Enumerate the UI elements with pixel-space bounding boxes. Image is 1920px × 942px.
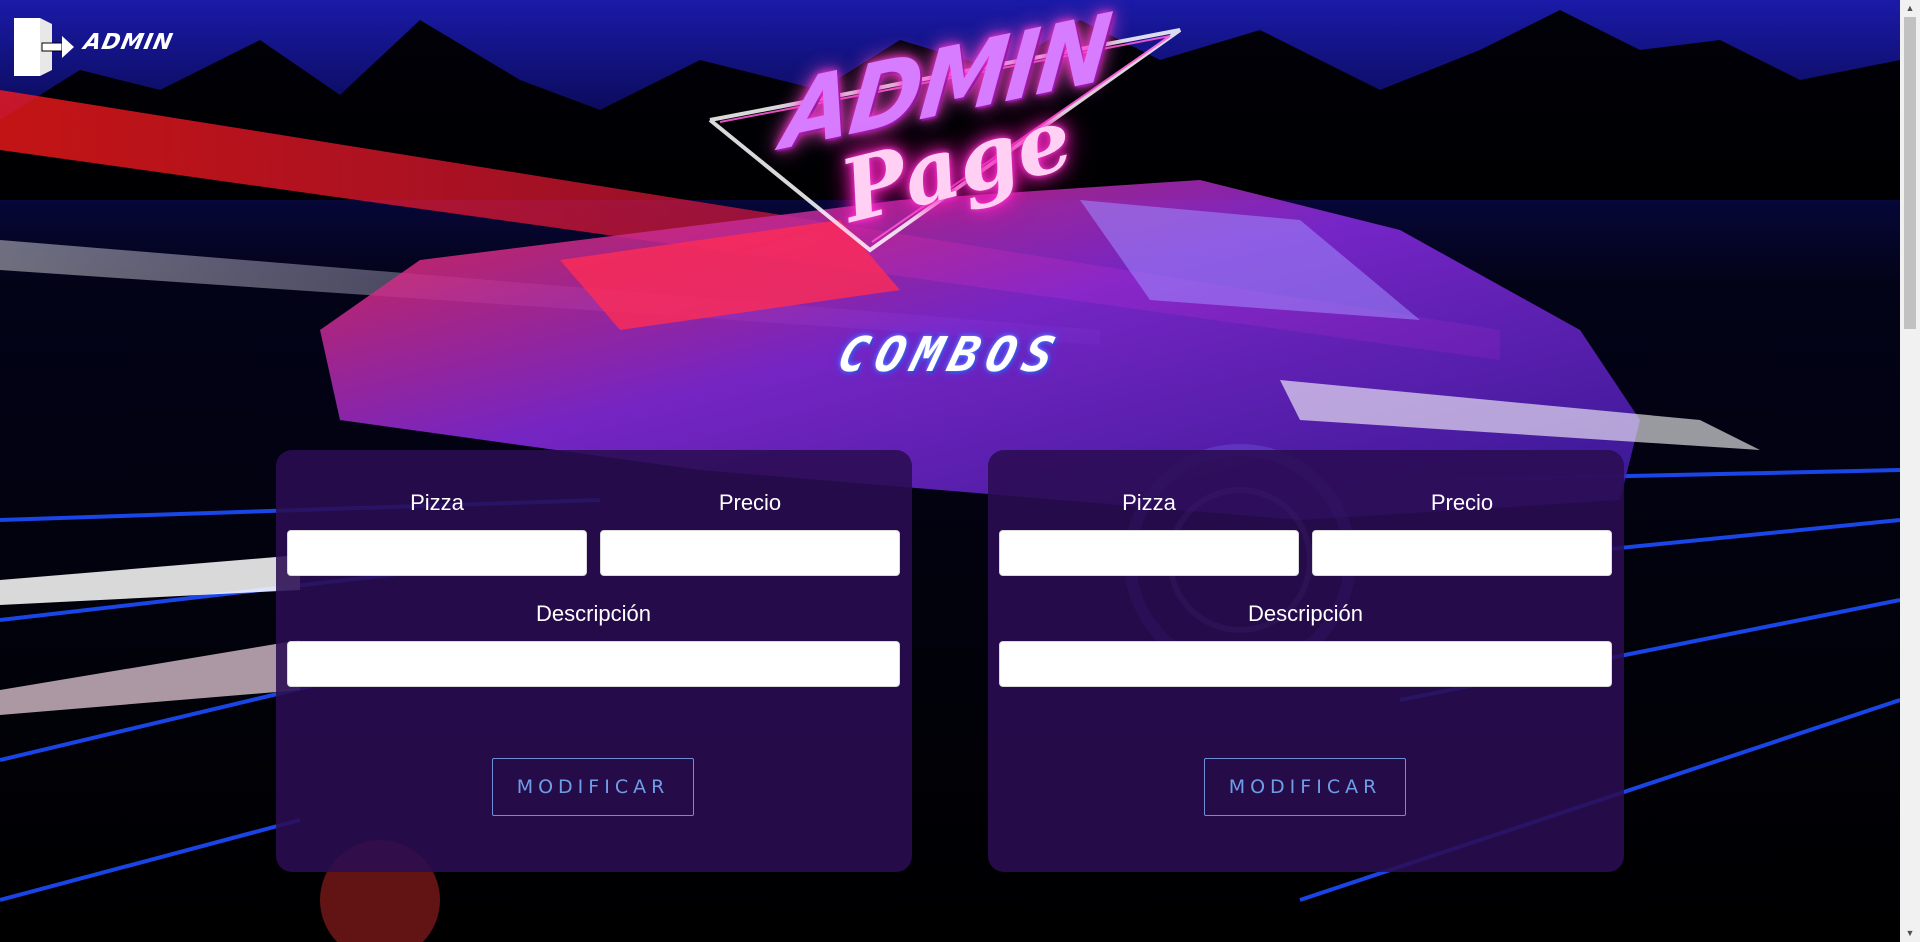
pizza-label: Pizza: [1122, 490, 1176, 515]
descripcion-input[interactable]: [999, 641, 1612, 687]
scroll-up-arrow-icon[interactable]: ▲: [1900, 0, 1920, 17]
modificar-button[interactable]: MODIFICAR: [492, 758, 694, 816]
descripcion-label: Descripción: [1248, 601, 1363, 626]
scroll-down-arrow-icon[interactable]: ▼: [1900, 925, 1920, 942]
precio-input[interactable]: [1312, 530, 1612, 576]
precio-input[interactable]: [600, 530, 900, 576]
precio-label: Precio: [1430, 490, 1494, 515]
page-scrollbar[interactable]: ▲ ▼: [1900, 0, 1920, 942]
admin-page-logo: ADMIN Page: [700, 0, 1190, 260]
pizza-input[interactable]: [999, 530, 1299, 576]
section-title: COMBOS: [831, 327, 1069, 383]
admin-page: ADMIN ADMIN Page COMBOS Pizza Precio Des…: [0, 0, 1920, 942]
logout-door-icon: [14, 18, 74, 76]
logout-button[interactable]: [12, 16, 78, 78]
precio-label: Precio: [718, 490, 782, 515]
combo-form-card: Pizza Precio Descripción MODIFICAR: [276, 450, 912, 872]
combo-form-card: Pizza Precio Descripción MODIFICAR: [988, 450, 1624, 872]
scrollbar-thumb[interactable]: [1904, 17, 1916, 329]
pizza-input[interactable]: [287, 530, 587, 576]
modificar-button[interactable]: MODIFICAR: [1204, 758, 1406, 816]
descripcion-label: Descripción: [536, 601, 651, 626]
admin-label: ADMIN: [81, 30, 176, 55]
pizza-label: Pizza: [410, 490, 464, 515]
descripcion-input[interactable]: [287, 641, 900, 687]
